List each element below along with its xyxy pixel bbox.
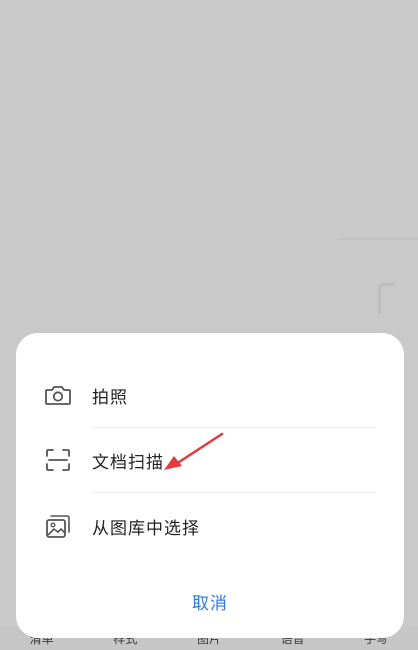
menu-item-choose-from-gallery[interactable]: 从图库中选择 xyxy=(16,494,404,558)
scan-icon xyxy=(44,446,72,474)
gallery-icon xyxy=(44,512,72,540)
divider xyxy=(92,492,376,493)
cancel-label: 取消 xyxy=(192,593,228,614)
menu-item-label: 拍照 xyxy=(92,387,128,408)
background-divider xyxy=(338,238,418,240)
menu-item-label: 从图库中选择 xyxy=(92,518,200,539)
menu-item-label: 文档扫描 xyxy=(92,452,164,473)
watermark-subtext: jingyan.baidu.com xyxy=(316,625,390,634)
action-sheet: 拍照 文档扫描 从图库中选择 取消 xyxy=(16,333,404,638)
menu-item-take-photo[interactable]: 拍照 xyxy=(16,363,404,427)
camera-icon xyxy=(44,381,72,409)
annotation-arrow-icon xyxy=(164,432,224,470)
background-glyph xyxy=(378,283,395,314)
